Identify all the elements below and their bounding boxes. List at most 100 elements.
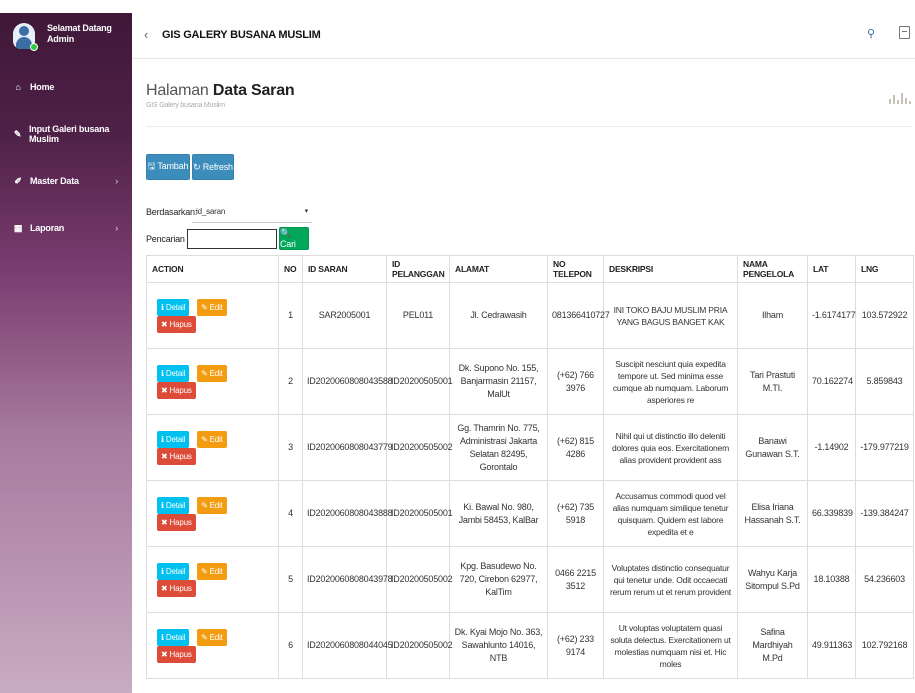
cell-alamat: Ki. Bawal No. 980, Jambi 58453, KalBar [449,480,548,547]
cell-telepon: 081366410727 [547,282,610,349]
edit-button[interactable]: ✎ Edit [197,298,227,316]
edit-button[interactable]: ✎ Edit [197,562,227,580]
table-row: ℹ Detail ✎ Edit✖ Hapus 1 SAR2005001 PEL01… [146,282,914,349]
calendar-icon: ▦ [13,222,23,233]
detail-button[interactable]: ℹ Detail [157,364,190,382]
filter-by-value: id_saran [196,207,226,216]
col-header: NO [278,255,303,283]
col-header: DESKRIPSI [603,255,738,283]
cell-telepon: (+62) 735 5918 [547,480,604,547]
sidebar-item-home[interactable]: ⌂ Home [0,78,132,96]
refresh-button[interactable]: ↻ Refresh [192,154,234,180]
map-pin-icon[interactable]: ⚲ [867,27,875,40]
cell-alamat: Gg. Thamrin No. 775, Administrasi Jakart… [449,414,548,481]
detail-button[interactable]: ℹ Detail [157,430,190,448]
col-header: ID SARAN [302,255,387,283]
cell-deskripsi: Accusamus commodi quod vel alias numquam… [603,480,738,547]
cell-lng: -139.384247 [855,480,914,547]
cell-no: 4 [278,480,303,547]
detail-button[interactable]: ℹ Detail [157,628,190,646]
cell-id-saran: ID2020060808043888 [302,480,393,547]
search-button[interactable]: 🔍 Cari [279,227,309,250]
back-icon[interactable]: ‹ [144,27,148,42]
hapus-button[interactable]: ✖ Hapus [157,645,196,663]
cell-lng: -179.977219 [855,414,914,481]
sidebar-item-laporan[interactable]: ▦ Laporan › [0,219,132,237]
search-input[interactable] [187,229,277,249]
detail-button[interactable]: ℹ Detail [157,298,190,316]
edit-button[interactable]: ✎ Edit [197,364,227,382]
filter-by-select[interactable]: id_saran ▾ [192,202,312,223]
table-row: ℹ Detail ✎ Edit✖ Hapus 5 ID20200608080439… [146,546,914,613]
cell-pengelola: Tari Prastuti M.TI. [737,348,808,415]
cell-telepon: (+62) 766 3976 [547,348,604,415]
action-cell: ℹ Detail ✎ Edit✖ Hapus [146,348,279,415]
app-title: GIS GALERY BUSANA MUSLIM [162,29,321,41]
action-cell: ℹ Detail ✎ Edit✖ Hapus [146,612,279,679]
user-panel: Selamat Datang Admin [0,13,132,58]
cell-lng: 103.572922 [855,282,914,349]
cell-id-pelanggan: PEL011 [386,282,450,349]
sidebar-item-master-data[interactable]: ✐ Master Data › [0,172,132,190]
cell-deskripsi: Ut voluptas voluptatem quasi soluta dele… [603,612,738,679]
cell-pengelola: Banawi Gunawan S.T. [737,414,808,481]
user-name: Admin [47,34,74,44]
cell-pengelola: Elisa Iriana Hassanah S.T. [737,480,808,547]
cell-telepon: 0466 2215 3512 [547,546,604,613]
cell-alamat: Dk. Kyai Mojo No. 363, Sawahlunto 14016,… [449,612,548,679]
cell-id-pelanggan: ID20200505001 [386,480,453,547]
detail-button[interactable]: ℹ Detail [157,562,190,580]
page-subtitle: GIS Galery busana Muslim [146,102,225,109]
hapus-button[interactable]: ✖ Hapus [157,513,196,531]
cell-deskripsi: Suscipit nesciunt quia expedita tempore … [603,348,738,415]
chevron-right-icon: › [115,223,118,233]
sidebar-item-label: Home [30,82,55,92]
cell-id-pelanggan: ID20200505001 [386,348,453,415]
col-header: NO TELEPON [547,255,604,283]
cell-id-saran: ID2020060808043779 [302,414,393,481]
hapus-button[interactable]: ✖ Hapus [157,447,196,465]
cell-id-pelanggan: ID20200505002 [386,612,453,679]
action-cell: ℹ Detail ✎ Edit✖ Hapus [146,282,279,349]
table-row: ℹ Detail ✎ Edit✖ Hapus 6 ID20200608080440… [146,612,914,679]
edit-button[interactable]: ✎ Edit [197,430,227,448]
cell-pengelola: Safina Mardhiyah M.Pd [737,612,808,679]
cell-no: 2 [278,348,303,415]
hapus-button[interactable]: ✖ Hapus [157,315,196,333]
hapus-button[interactable]: ✖ Hapus [157,579,196,597]
logout-icon[interactable] [899,26,910,39]
col-header: LAT [807,255,856,283]
cell-id-saran: ID2020060808043588 [302,348,393,415]
cell-no: 6 [278,612,303,679]
hapus-button[interactable]: ✖ Hapus [157,381,196,399]
col-header: NAMA PENGELOLA [737,255,808,283]
cell-id-pelanggan: ID20200505002 [386,414,453,481]
cell-deskripsi: Nihil qui ut distinctio illo deleniti do… [603,414,738,481]
cell-lat: -1.14902 [807,414,856,481]
cell-id-pelanggan: ID20200505002 [386,546,453,613]
cell-lng: 102.792168 [855,612,914,679]
chevron-down-icon: ▾ [304,208,309,215]
chevron-right-icon: › [115,176,118,186]
cell-deskripsi: INI TOKO BAJU MUSLIM PRIA YANG BAGUS BAN… [603,282,738,349]
cell-no: 3 [278,414,303,481]
cell-no: 1 [278,282,303,349]
sidebar-item-input-galeri[interactable]: ✎ Input Galeri busana Muslim [0,124,132,144]
edit-button[interactable]: ✎ Edit [197,628,227,646]
home-icon: ⌂ [15,82,21,92]
cell-pengelola: Wahyu Karja Sitompul S.Pd [737,546,808,613]
edit-button[interactable]: ✎ Edit [197,496,227,514]
action-cell: ℹ Detail ✎ Edit✖ Hapus [146,480,279,547]
cell-no: 5 [278,546,303,613]
divider [146,126,913,127]
sidebar-item-label: Master Data [30,176,79,186]
cell-alamat: Jl. Cedrawasih [449,282,548,349]
sidebar-item-label: Input Galeri busana Muslim [29,124,110,144]
cell-deskripsi: Voluptates distinctio consequatur qui te… [603,546,738,613]
detail-button[interactable]: ℹ Detail [157,496,190,514]
filter-by-label: Berdasarkan: [146,207,198,217]
mini-chart-icon [887,92,913,104]
tambah-button[interactable]: 🖫 Tambah [146,154,190,180]
col-header: ACTION [146,255,279,283]
pencil-icon: ✎ [13,128,22,139]
